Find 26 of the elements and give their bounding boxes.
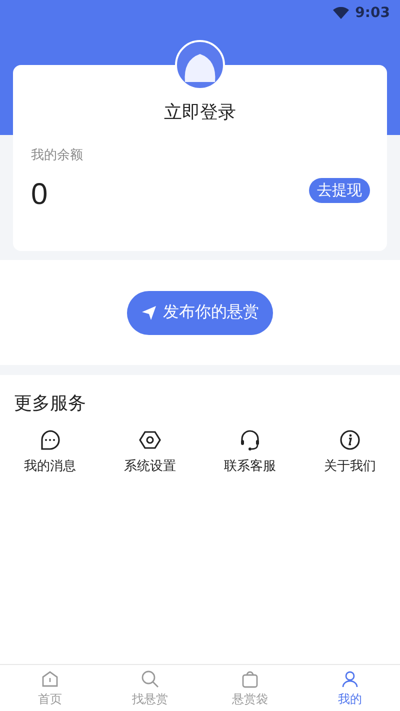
home-icon [40, 668, 60, 688]
withdraw-button[interactable]: 去提现 [309, 178, 370, 202]
service-item[interactable]: 联系客服 [200, 429, 300, 475]
tab[interactable]: 首页 [0, 665, 100, 711]
avatar[interactable] [175, 40, 225, 90]
bag-icon [240, 668, 260, 688]
search-icon [140, 668, 160, 688]
tab[interactable]: 找悬赏 [100, 665, 200, 711]
login-link[interactable]: 立即登录 [31, 100, 369, 124]
service-item[interactable]: 系统设置 [100, 429, 200, 475]
chat-icon [39, 429, 61, 451]
publish-button[interactable]: 发布你的悬赏 [127, 290, 273, 334]
service-item[interactable]: 我的消息 [0, 429, 100, 475]
tab[interactable]: 悬赏袋 [200, 665, 300, 711]
info-icon [339, 429, 361, 451]
send-icon [141, 304, 157, 320]
wifi-icon [333, 7, 350, 19]
status-time: 9:03 [355, 5, 390, 21]
person-icon [340, 668, 360, 688]
balance-label: 我的余额 [31, 147, 84, 164]
service-item[interactable]: 关于我们 [300, 429, 400, 475]
section-title: 更多服务 [13, 392, 87, 415]
tab[interactable]: 我的 [300, 665, 400, 711]
settings-icon [139, 429, 161, 451]
headset-icon [239, 429, 261, 451]
balance-value: 0 [31, 178, 48, 212]
